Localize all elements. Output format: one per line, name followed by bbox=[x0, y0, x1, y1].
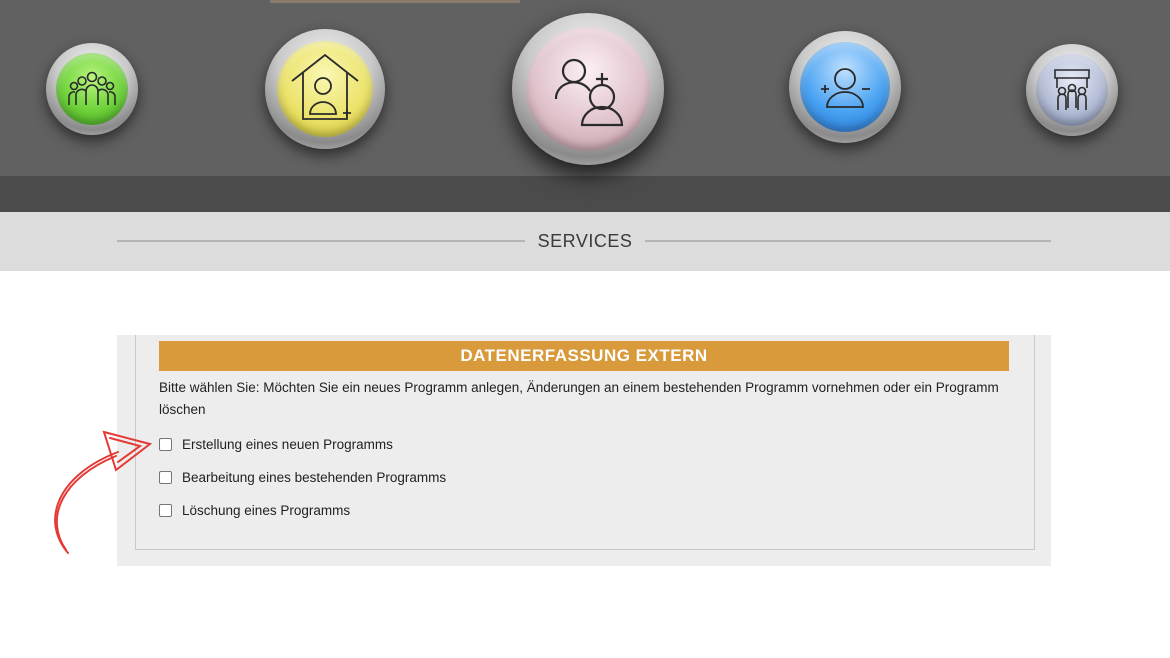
services-title: SERVICES bbox=[537, 231, 633, 251]
checkbox-delete-program[interactable] bbox=[159, 503, 172, 517]
option-edit-program[interactable]: Bearbeitung eines bestehenden Programms bbox=[159, 468, 446, 486]
option-create-program-label[interactable]: Erstellung eines neuen Programms bbox=[182, 437, 393, 452]
nav-bottom-strip bbox=[0, 176, 1170, 212]
form-header: DATENERFASSUNG EXTERN bbox=[159, 341, 1009, 371]
option-delete-program-label[interactable]: Löschung eines Programms bbox=[182, 503, 350, 518]
user-plus-minus-icon bbox=[821, 68, 870, 108]
checkbox-create-program[interactable] bbox=[159, 437, 172, 451]
checkbox-edit-program[interactable] bbox=[159, 470, 172, 484]
services-section-header: SERVICES bbox=[0, 212, 1170, 271]
people-banner-icon bbox=[1054, 69, 1090, 110]
nav-button-user-add-remove[interactable] bbox=[789, 31, 901, 143]
users-add-icon bbox=[554, 58, 624, 127]
top-navigation-bar bbox=[0, 0, 1170, 212]
group-icon bbox=[68, 71, 116, 105]
option-edit-program-label[interactable]: Bearbeitung eines bestehenden Programms bbox=[182, 470, 446, 485]
top-accent-line bbox=[270, 0, 520, 3]
option-create-program[interactable]: Erstellung eines neuen Programms bbox=[159, 435, 393, 453]
nav-button-users-add[interactable] bbox=[512, 13, 664, 165]
nav-button-team[interactable] bbox=[46, 43, 138, 135]
option-delete-program[interactable]: Löschung eines Programms bbox=[159, 501, 350, 519]
house-person-add-icon bbox=[291, 53, 359, 120]
form-prompt-text: Bitte wählen Sie: Möchten Sie ein neues … bbox=[159, 380, 999, 417]
nav-button-home-add[interactable] bbox=[265, 29, 385, 149]
nav-button-people-banner[interactable] bbox=[1026, 44, 1118, 136]
